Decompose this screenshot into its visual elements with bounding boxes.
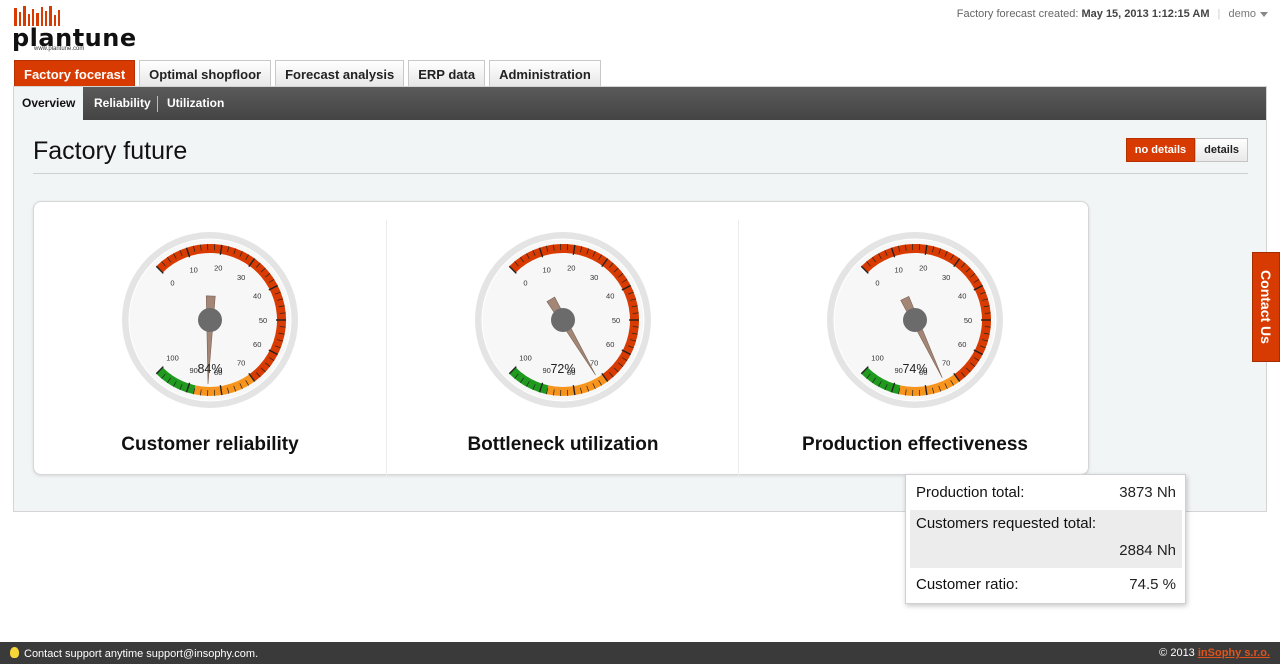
gauge-title: Customer reliability bbox=[121, 434, 299, 455]
logo-url: www.plantune.com bbox=[34, 46, 85, 52]
tab-administration[interactable]: Administration bbox=[489, 60, 601, 87]
gauge-tick-label: 30 bbox=[237, 273, 245, 282]
gauge-title: Bottleneck utilization bbox=[467, 434, 659, 455]
gauge-tick-label: 30 bbox=[590, 273, 598, 282]
gauge-tick-label: 50 bbox=[964, 316, 972, 325]
production-total-value: 3873 Nh bbox=[1119, 484, 1176, 501]
forecast-label: Factory forecast created: bbox=[956, 8, 1079, 20]
gauge-tick-label: 100 bbox=[519, 353, 532, 362]
no-details-button[interactable]: no details bbox=[1125, 138, 1196, 162]
footer-support: Contact support anytime support@insophy.… bbox=[10, 647, 258, 660]
plantune-logo[interactable]: plantune www.plantune.com bbox=[12, 6, 136, 56]
gauge-tick-label: 50 bbox=[612, 316, 620, 325]
gauge-tick-label: 40 bbox=[958, 292, 966, 301]
gauge-production-effectiveness: 010 203040506070809010074% bbox=[827, 232, 1003, 408]
stat-row: Customers requested total: 2884 Nh bbox=[910, 510, 1182, 568]
gauge-tick-label: 60 bbox=[606, 340, 614, 349]
main-tabs: Factory focerast Optimal shopfloor Forec… bbox=[14, 60, 601, 87]
stat-row: Production total: 3873 Nh bbox=[910, 481, 1182, 507]
gauge-tick-label: 10 bbox=[189, 265, 197, 274]
gauge-tick-label: 40 bbox=[606, 292, 614, 301]
customers-requested-value: 2884 Nh bbox=[1119, 542, 1176, 559]
app-root: plantune www.plantune.com Factory foreca… bbox=[0, 0, 1280, 664]
company-link[interactable]: inSophy s.r.o. bbox=[1198, 647, 1270, 659]
gauge-tick-label: 70 bbox=[237, 359, 245, 368]
subtab-reliability[interactable]: Reliability bbox=[86, 87, 159, 120]
gauge-tick-label: 40 bbox=[253, 292, 261, 301]
subtab-utilization[interactable]: Utilization bbox=[159, 87, 232, 120]
gauge-tick-label: 0 bbox=[875, 278, 879, 287]
gauge-hub bbox=[198, 308, 222, 332]
stat-row: Customer ratio: 74.5 % bbox=[910, 571, 1182, 597]
forecast-date: May 15, 2013 1:12:15 AM bbox=[1081, 8, 1210, 20]
header-separator: | bbox=[1217, 8, 1221, 20]
gauge-bottleneck-utilization: 010 203040506070809010072% bbox=[475, 232, 651, 408]
stats-tooltip: Production total: 3873 Nh Customers requ… bbox=[905, 474, 1186, 604]
gauge-tick-label: 60 bbox=[253, 340, 261, 349]
user-menu[interactable]: demo bbox=[1228, 8, 1268, 20]
contact-us-button[interactable]: Contact Us bbox=[1252, 252, 1280, 362]
gauge-tick-label: 20 bbox=[567, 263, 575, 272]
main-panel: Overview Reliability Utilization Factory… bbox=[13, 86, 1267, 512]
gauge-tick-label: 50 bbox=[259, 316, 267, 325]
page-title: Factory future bbox=[33, 137, 188, 165]
gauge-tick-label: 0 bbox=[170, 278, 174, 287]
gauge-cell: 0 10 20 30 40 50 60 70 80 90 100 72% Bottleneck uti… bbox=[386, 220, 738, 476]
tab-optimal-shopfloor[interactable]: Optimal shopfloor bbox=[139, 60, 272, 87]
gauge-tick-label: 100 bbox=[871, 353, 884, 362]
gauge-tick-label: 60 bbox=[958, 340, 966, 349]
gauge-value-label: 74% bbox=[902, 362, 927, 376]
gauge-tick-label: 20 bbox=[919, 263, 927, 272]
header-info: Factory forecast created: May 15, 2013 1… bbox=[957, 8, 1268, 20]
lightbulb-icon bbox=[10, 647, 19, 658]
production-total-label: Production total: bbox=[916, 484, 1025, 501]
tab-erp-data[interactable]: ERP data bbox=[408, 60, 486, 87]
chevron-down-icon bbox=[1260, 11, 1268, 17]
subtab-overview[interactable]: Overview bbox=[14, 87, 84, 120]
tab-forecast-analysis[interactable]: Forecast analysis bbox=[275, 60, 405, 87]
view-toggle: no details details bbox=[1125, 138, 1248, 162]
gauge-tick-label: 10 bbox=[894, 265, 902, 274]
customer-ratio-value: 74.5 % bbox=[1129, 576, 1176, 593]
gauge-customer-reliability: 010 203040506070809010084% bbox=[122, 232, 298, 408]
footer-copyright: © 2013 inSophy s.r.o. bbox=[1159, 647, 1270, 659]
subtab-divider bbox=[157, 96, 158, 112]
gauge-value-label: 84% bbox=[197, 362, 222, 376]
footer: Contact support anytime support@insophy.… bbox=[0, 642, 1280, 664]
user-name: demo bbox=[1228, 8, 1256, 20]
tab-factory-forecast[interactable]: Factory focerast bbox=[14, 60, 136, 87]
gauge-tick-label: 10 bbox=[542, 265, 550, 274]
gauge-tick-label: 100 bbox=[166, 353, 179, 362]
gauge-tick-label: 70 bbox=[942, 359, 950, 368]
gauge-tick-label: 20 bbox=[214, 263, 222, 272]
gauge-title: Production effectiveness bbox=[802, 434, 1028, 455]
gauge-hub bbox=[903, 308, 927, 332]
gauge-cell: 0 10 20 30 40 50 60 70 80 90 100 74% Production eff… bbox=[738, 220, 1090, 476]
gauge-value-label: 72% bbox=[550, 362, 575, 376]
gauge-cell: 0 10 20 30 40 50 60 70 80 90 100 84% Customer relia… bbox=[34, 220, 386, 476]
gauge-card: 0 10 20 30 40 50 60 70 80 90 100 84% Customer relia… bbox=[33, 201, 1090, 476]
customers-requested-label: Customers requested total: bbox=[916, 515, 1097, 532]
copyright-text: © 2013 bbox=[1159, 647, 1195, 659]
gauge-tick-label: 0 bbox=[523, 278, 527, 287]
gauge-tick-label: 30 bbox=[942, 273, 950, 282]
support-text: Contact support anytime support@insophy.… bbox=[24, 648, 259, 660]
customer-ratio-label: Customer ratio: bbox=[916, 576, 1019, 593]
contact-us-label: Contact Us bbox=[1258, 270, 1274, 344]
details-button[interactable]: details bbox=[1195, 138, 1248, 162]
gauge-hub bbox=[551, 308, 575, 332]
sub-nav: Overview Reliability Utilization bbox=[14, 87, 1266, 120]
title-divider bbox=[33, 173, 1248, 174]
